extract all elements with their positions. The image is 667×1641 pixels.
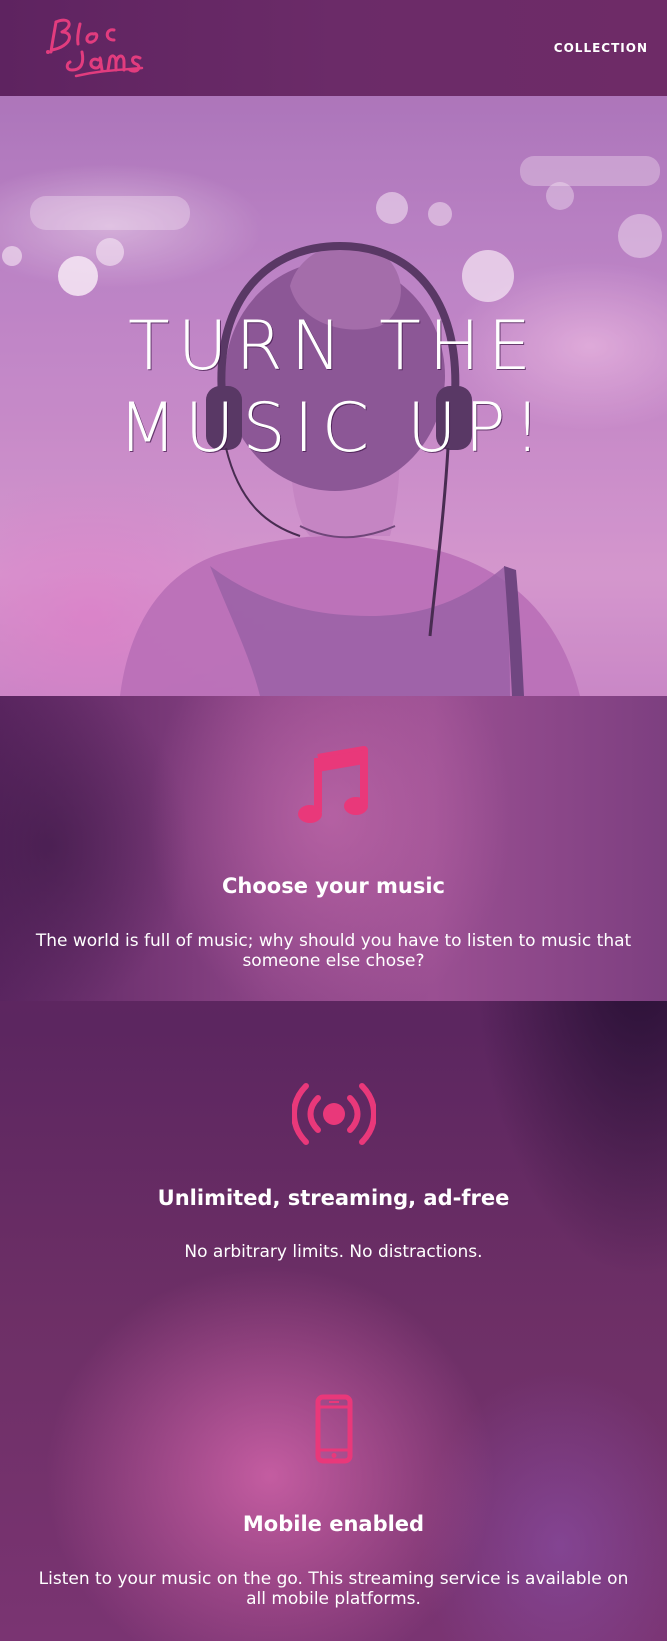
- music-note-icon: [0, 744, 667, 826]
- nav-link-collection[interactable]: COLLECTION: [554, 41, 648, 55]
- mobile-phone-icon: [0, 1394, 667, 1464]
- selling-point-streaming: Unlimited, streaming, ad-free No arbitra…: [0, 1082, 667, 1262]
- selling-point-title: Choose your music: [222, 874, 445, 898]
- selling-point-mobile: Mobile enabled Listen to your music on t…: [0, 1394, 667, 1609]
- selling-point-text: The world is full of music; why should y…: [35, 931, 632, 971]
- selling-point-choose-music: Choose your music The world is full of m…: [0, 744, 667, 971]
- hero-title-line1: TURN THE: [128, 307, 539, 386]
- hero-title: TURN THE MUSIC UP!: [0, 306, 667, 470]
- broadcast-icon: [0, 1082, 667, 1146]
- selling-point-title: Unlimited, streaming, ad-free: [157, 1186, 510, 1210]
- logo[interactable]: [42, 8, 148, 84]
- hero-title-line2: MUSIC UP!: [118, 389, 549, 468]
- logo-icon: [46, 18, 144, 78]
- hero: TURN THE MUSIC UP!: [0, 96, 667, 696]
- navbar: COLLECTION: [0, 0, 667, 96]
- selling-point-text: No arbitrary limits. No distractions.: [184, 1242, 483, 1262]
- selling-point-title: Mobile enabled: [242, 1512, 425, 1536]
- selling-point-text: Listen to your music on the go. This str…: [38, 1569, 629, 1609]
- selling-points: Choose your music The world is full of m…: [0, 696, 667, 1641]
